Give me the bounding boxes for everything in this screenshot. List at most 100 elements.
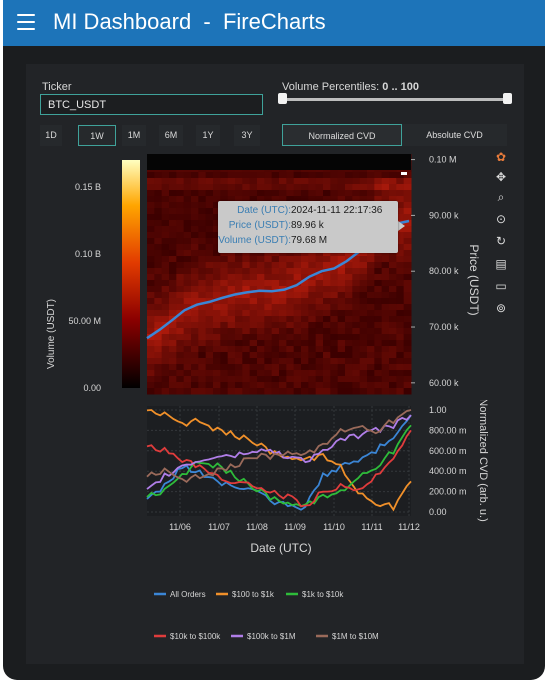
heat-cell: [220, 370, 229, 377]
heat-cell: [374, 376, 383, 383]
legend-label[interactable]: All Orders: [170, 590, 206, 599]
heat-cell: [374, 310, 383, 317]
heat-cell: [293, 370, 302, 377]
heat-cell: [403, 184, 412, 191]
heat-cell: [337, 304, 346, 311]
heat-cell: [205, 346, 214, 353]
heat-cell: [286, 352, 295, 359]
heat-cell: [315, 310, 324, 317]
heat-cell: [337, 190, 346, 197]
heat-cell: [308, 304, 317, 311]
zoom-icon[interactable]: ⌕: [494, 190, 508, 204]
range-button-3y[interactable]: 3Y: [234, 125, 260, 146]
heat-cell: [154, 226, 163, 233]
logo-icon[interactable]: ✿: [494, 150, 508, 164]
heat-cell: [264, 268, 273, 275]
heat-cell: [301, 352, 309, 359]
heat-cell: [279, 172, 287, 179]
percentiles-max-handle[interactable]: [503, 93, 512, 104]
lasso-icon[interactable]: ⊙: [494, 212, 508, 226]
heat-cell: [227, 340, 236, 347]
legend-label[interactable]: $10k to $100k: [170, 632, 221, 641]
heat-cell: [367, 370, 375, 377]
legend-label[interactable]: $100 to $1k: [232, 590, 275, 599]
heat-cell: [161, 346, 170, 353]
legend-label[interactable]: $1k to $10k: [302, 590, 344, 599]
cvd-legend[interactable]: All Orders $100 to $1k $1k to $10k $10k to …: [26, 578, 524, 658]
range-button-6m[interactable]: 6M: [159, 125, 183, 146]
comment-icon[interactable]: ▭: [494, 279, 508, 293]
heat-cell: [176, 190, 185, 197]
heat-cell: [367, 172, 375, 179]
heat-cell: [381, 262, 390, 269]
heat-cell: [147, 190, 155, 197]
heat-cell: [257, 184, 265, 191]
heat-cell: [367, 376, 375, 383]
heat-cell: [147, 364, 155, 371]
menu-icon[interactable]: [17, 14, 35, 30]
colorbar-tick-label: 50.00 M: [68, 316, 101, 326]
heat-cell: [403, 190, 412, 197]
range-button-1w[interactable]: 1W: [78, 125, 116, 146]
heat-cell: [381, 364, 390, 371]
legend-label[interactable]: $100k to $1M: [247, 632, 296, 641]
heat-cell: [301, 172, 309, 179]
heat-cell: [271, 280, 280, 287]
reset-icon[interactable]: ↻: [494, 234, 508, 248]
heat-cell: [264, 346, 273, 353]
heat-cell: [264, 298, 273, 305]
heat-cell: [279, 364, 287, 371]
normalized-cvd-button[interactable]: Normalized CVD: [282, 124, 402, 146]
colorbar-tick-label: 0.15 B: [75, 182, 101, 192]
heat-cell: [301, 322, 309, 329]
heat-cell: [227, 178, 236, 185]
heat-cell: [227, 286, 236, 293]
heat-cell: [359, 376, 368, 383]
range-button-1m[interactable]: 1M: [122, 125, 146, 146]
ticker-input[interactable]: BTC_USDT: [40, 94, 263, 115]
heat-cell: [323, 274, 331, 281]
heat-cell: [271, 190, 280, 197]
heat-cell: [183, 280, 192, 287]
heat-cell: [264, 190, 273, 197]
legend-label[interactable]: $1M to $10M: [332, 632, 379, 641]
heat-cell: [198, 220, 207, 227]
range-button-1y[interactable]: 1Y: [196, 125, 220, 146]
percentiles-min-handle[interactable]: [278, 93, 287, 104]
heat-cell: [352, 340, 361, 347]
heat-cell: [308, 340, 317, 347]
heat-cell: [235, 274, 243, 281]
heat-cell: [213, 358, 221, 365]
pan-icon[interactable]: ✥: [494, 170, 508, 184]
heat-cell: [323, 364, 331, 371]
heat-cell: [227, 190, 236, 197]
absolute-cvd-button[interactable]: Absolute CVD: [402, 124, 507, 146]
heat-cell: [374, 328, 383, 335]
heat-cell: [176, 322, 185, 329]
settings-icon[interactable]: ⊚: [494, 301, 508, 315]
save-icon[interactable]: ▤: [494, 257, 508, 271]
heat-cell: [352, 328, 361, 335]
heat-cell: [176, 286, 185, 293]
heat-cell: [381, 388, 390, 395]
range-button-1d[interactable]: 1D: [40, 125, 62, 146]
heat-cell: [264, 370, 273, 377]
heat-cell: [345, 184, 353, 191]
heat-cell: [367, 364, 375, 371]
heat-cell: [161, 328, 170, 335]
heat-cell: [374, 298, 383, 305]
heat-cell: [286, 268, 295, 275]
heat-cell: [337, 316, 346, 323]
heat-cell: [183, 196, 192, 203]
heat-cell: [183, 262, 192, 269]
heat-cell: [293, 352, 302, 359]
percentiles-slider[interactable]: [281, 98, 509, 101]
heat-cell: [345, 298, 353, 305]
cvd-chart[interactable]: 0.00 200.00 m 400.00 m 600.00 m 800.00 m 1.00…: [26, 400, 524, 560]
price-tick-label: 90.00 k: [429, 210, 459, 220]
heat-cell: [389, 190, 397, 197]
heatmap-chart[interactable]: 0.00 50.00 M 0.10 B 0.15 B Volume (USDT) 60…: [26, 150, 524, 410]
heat-cell: [323, 370, 331, 377]
heat-cell: [374, 388, 383, 395]
heat-cell: [183, 190, 192, 197]
